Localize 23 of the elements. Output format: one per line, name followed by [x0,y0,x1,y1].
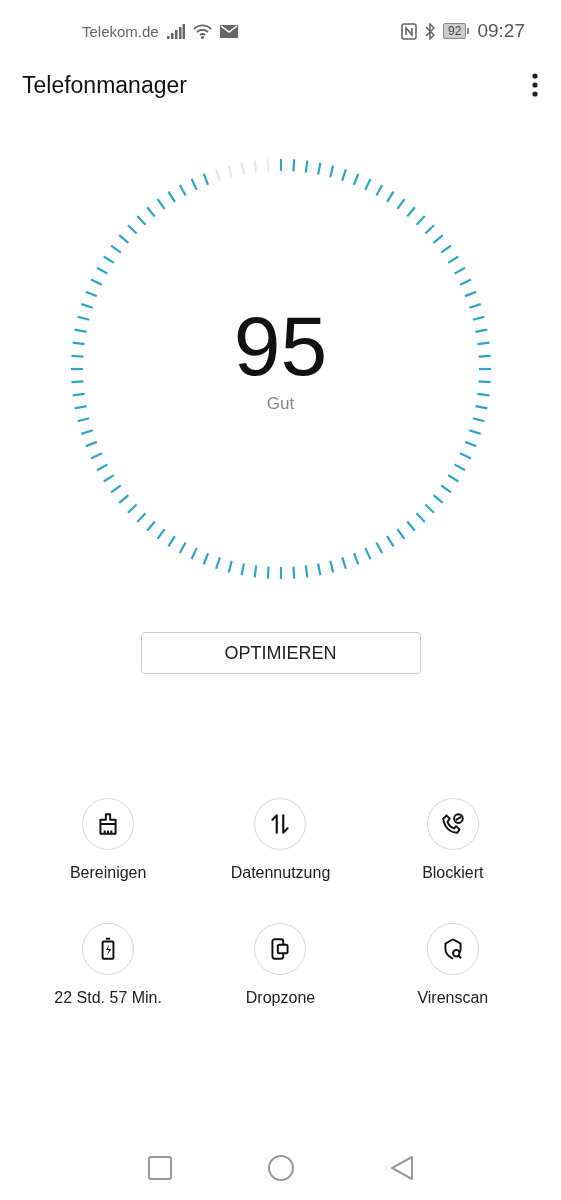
home-icon[interactable] [267,1155,294,1181]
more-options-icon[interactable] [531,72,539,98]
back-icon[interactable] [389,1155,414,1181]
bluetooth-icon [425,22,436,40]
score-rating: Gut [266,394,295,414]
tool-label: 22 Std. 57 Min. [54,989,162,1007]
battery-indicator: 92 [443,23,470,39]
clock: 09:27 [477,20,525,42]
recent-apps-icon[interactable] [147,1156,172,1180]
optimize-button[interactable]: OPTIMIEREN [140,632,421,674]
app-title: Telefonmanager [22,71,187,99]
wifi-icon [192,23,212,39]
tool-label: Datennutzung [230,864,331,882]
tool-label: Virenscan [417,989,489,1007]
signal-icon [166,23,185,39]
nfc-icon [401,22,418,40]
score-value: 95 [233,304,328,388]
tool-label: Dropzone [245,989,316,1007]
carrier-name: Telekom.de [82,22,159,40]
mail-icon [219,24,238,38]
tool-label: Blockiert [422,864,484,882]
tool-label: Bereinigen [69,864,147,882]
blocked-call-icon [439,811,466,837]
